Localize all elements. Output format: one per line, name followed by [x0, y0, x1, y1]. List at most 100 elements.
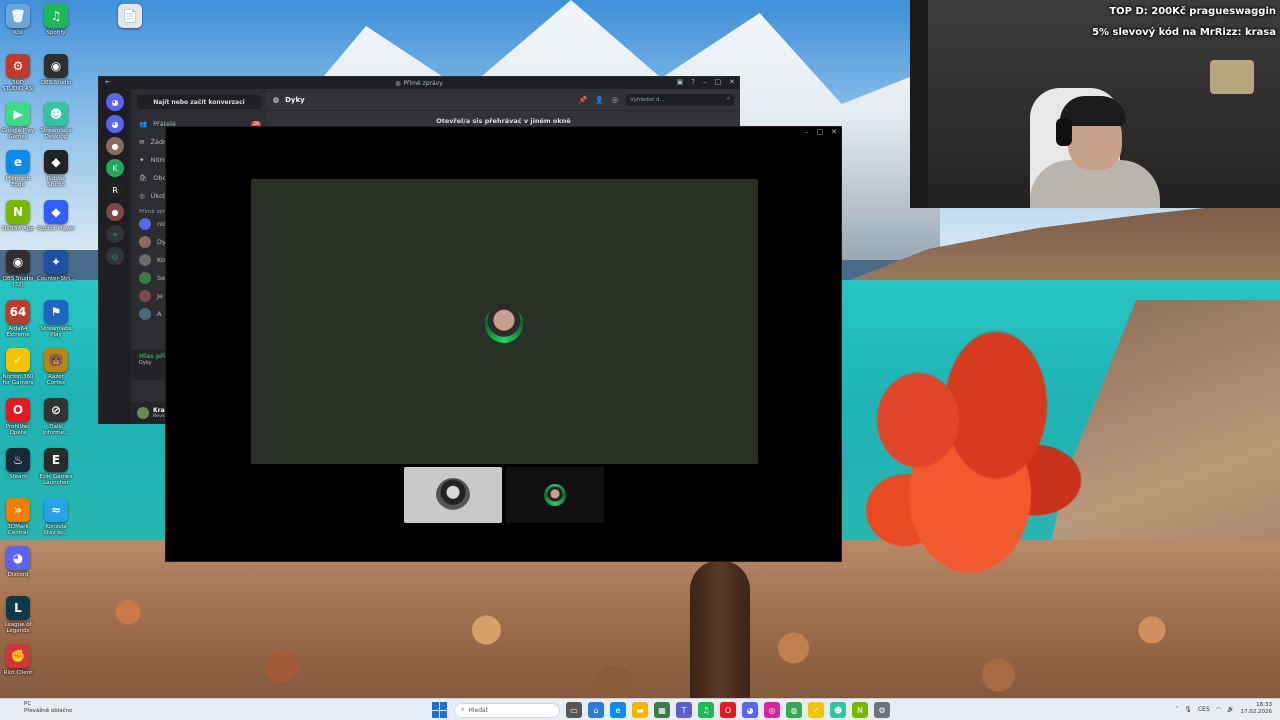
- desktop-icon[interactable]: N NVIDIA App: [0, 200, 36, 232]
- chat-search-input[interactable]: Vyhledat d... ⌕: [626, 93, 734, 106]
- profile-icon[interactable]: ◎: [612, 96, 618, 104]
- taskbar-app-store[interactable]: ⌂: [588, 702, 604, 718]
- minimize-icon[interactable]: –: [703, 78, 707, 86]
- avatar: [139, 254, 151, 266]
- desktop-icon[interactable]: ⚑ Streamlabs Play: [38, 300, 74, 338]
- desktop-icon[interactable]: 🗑 Koš: [0, 4, 36, 36]
- discord-window-controls: ▣ ? – □ ✕: [677, 78, 735, 86]
- taskbar-app-settings[interactable]: ⚙: [874, 702, 890, 718]
- taskbar-app-instagram[interactable]: ◎: [764, 702, 780, 718]
- maximize-icon[interactable]: □: [715, 78, 722, 86]
- desktop-icon[interactable]: ◉ OBS Studio (32): [0, 250, 36, 288]
- desktop-icon[interactable]: O Prohlížeč Opera: [0, 398, 36, 436]
- nav-icon: ◎: [139, 192, 145, 200]
- desktop-icon[interactable]: » 3DMark Central: [0, 498, 36, 536]
- server-icon[interactable]: K: [106, 159, 124, 177]
- chat-channel-name: Dyky: [285, 95, 305, 104]
- participant-tile[interactable]: [506, 467, 604, 523]
- taskbar-app-spotify[interactable]: ♫: [698, 702, 714, 718]
- taskbar-app-opera[interactable]: O: [720, 702, 736, 718]
- desktop-icon[interactable]: ♫ Spotify: [38, 4, 74, 36]
- desktop-icon-label: Aida64 Extreme: [6, 326, 30, 338]
- desktop-icon[interactable]: 🐻 Razer Cortex: [38, 348, 74, 386]
- desktop-icon-label: Streamlabs Desktop: [40, 128, 72, 140]
- pin-icon[interactable]: 📌: [578, 96, 587, 104]
- server-icon[interactable]: ●: [106, 203, 124, 221]
- taskbar-app-task-view[interactable]: ▭: [566, 702, 582, 718]
- desktop-icon-label: Riot Client: [3, 670, 33, 676]
- taskbar-app-app-grid[interactable]: ▦: [654, 702, 670, 718]
- app-icon: N: [6, 200, 30, 224]
- desktop-icon[interactable]: ◕ Discord: [0, 546, 36, 578]
- wallpaper-red-tree: [840, 330, 1100, 630]
- close-icon[interactable]: ✕: [831, 128, 837, 136]
- desktop-icon[interactable]: 64 Aida64 Extreme: [0, 300, 36, 338]
- back-arrow-icon[interactable]: ←: [105, 78, 111, 86]
- taskbar-app-discord[interactable]: ◕: [742, 702, 758, 718]
- language-indicator[interactable]: CES: [1198, 706, 1210, 713]
- desktop-icon-label: Google Play Games: [1, 128, 35, 140]
- desktop-icon-label: Razer Cortex: [46, 374, 66, 386]
- chat-toolbar: 📌 👤 ◎ Vyhledat d... ⌕: [578, 93, 740, 106]
- close-icon[interactable]: ✕: [729, 78, 735, 86]
- call-window-controls: – □ ✕: [805, 128, 837, 136]
- app-icon: ◆: [44, 200, 68, 224]
- participant-tile[interactable]: [404, 467, 502, 523]
- start-button[interactable]: [432, 702, 448, 718]
- taskbar-app-nvidia[interactable]: N: [852, 702, 868, 718]
- taskbar-app-chrome[interactable]: ◍: [786, 702, 802, 718]
- desktop-icon[interactable]: ◉ OBS Studio: [38, 54, 74, 86]
- volume-icon[interactable]: 🔊: [1227, 706, 1234, 713]
- desktop-icon[interactable]: ⊘ Další informe...: [38, 398, 74, 436]
- desktop-icon[interactable]: ≈ Konzola Stav su...: [38, 498, 74, 536]
- chevron-up-icon[interactable]: ˄: [1175, 706, 1178, 713]
- avatar[interactable]: [137, 407, 149, 419]
- desktop-icon[interactable]: L League of Legends: [0, 596, 36, 634]
- desktop-icon[interactable]: ✦ Counter-Stri...: [37, 250, 75, 282]
- desktop-icon-label: Spotify: [46, 30, 66, 36]
- server-icon[interactable]: ◕: [106, 115, 124, 133]
- app-icon: ✓: [6, 348, 30, 372]
- taskbar-app-edge[interactable]: e: [610, 702, 626, 718]
- desktop-icon[interactable]: ⚙ 3UD STUDIO ASI: [0, 54, 36, 92]
- maximize-icon[interactable]: □: [817, 128, 824, 136]
- desktop-icon[interactable]: e Microsoft Edge: [0, 150, 36, 188]
- desktop-icon[interactable]: ✊ Riot Client: [0, 644, 36, 676]
- find-conversation-button[interactable]: Najít nebo začít konverzaci: [137, 95, 261, 109]
- explore-servers-icon[interactable]: ◎: [106, 247, 124, 265]
- weather-condition: Převážně oblačno: [24, 708, 73, 714]
- add-server-icon[interactable]: +: [106, 225, 124, 243]
- wallpaper-tree-trunk: [690, 560, 750, 700]
- server-icon[interactable]: ●: [106, 137, 124, 155]
- desktop-icon-label: League of Legends: [4, 622, 32, 634]
- dm-nav-label: Nitro: [150, 156, 167, 164]
- server-icon[interactable]: R: [106, 181, 124, 199]
- desktop-icon[interactable]: ☻ Streamlabs Desktop: [38, 102, 74, 140]
- weather-widget[interactable]: PC Převážně oblačno: [24, 701, 73, 715]
- desktop-icon[interactable]: ▶ Google Play Games: [0, 102, 36, 140]
- taskbar-app-teams[interactable]: T: [676, 702, 692, 718]
- taskbar-app-norton[interactable]: ✓: [808, 702, 824, 718]
- taskbar-app-explorer[interactable]: ▬: [632, 702, 648, 718]
- desktop-icon[interactable]: 📄: [112, 4, 148, 30]
- taskbar-app-streamlabs[interactable]: ☻: [830, 702, 846, 718]
- desktop-icon[interactable]: ◆ Roblox Player: [37, 200, 75, 232]
- desktop-icon[interactable]: ◆ Roblox Studio: [38, 150, 74, 188]
- add-member-icon[interactable]: 👤: [595, 96, 604, 104]
- wifi-icon[interactable]: ◠: [1216, 706, 1221, 713]
- call-stage-tile[interactable]: [251, 179, 758, 464]
- mic-icon[interactable]: 🎙: [1184, 706, 1192, 713]
- desktop-icon[interactable]: ♨ Steam: [0, 448, 36, 480]
- clock[interactable]: 18:33 17.02.2026: [1241, 702, 1273, 716]
- desktop-icon[interactable]: ✓ Norton 360 for Gamers: [0, 348, 36, 386]
- inbox-icon[interactable]: ▣: [677, 78, 684, 86]
- minimize-icon[interactable]: –: [805, 128, 809, 136]
- help-icon[interactable]: ?: [691, 78, 695, 86]
- desktop-icon-label: Roblox Player: [37, 226, 75, 232]
- desktop-icon[interactable]: E Epic Games Launcher: [38, 448, 74, 486]
- avatar: [139, 218, 151, 230]
- taskbar: PC Převážně oblačno ⌕ Hledat ▭ ⌂ e ▬ ▦ T ♫ O ◕ ◎ ◍…: [0, 698, 1280, 720]
- avatar: [139, 236, 151, 248]
- taskbar-search[interactable]: ⌕ Hledat: [454, 702, 560, 718]
- home-dm-button[interactable]: ◕: [106, 93, 124, 111]
